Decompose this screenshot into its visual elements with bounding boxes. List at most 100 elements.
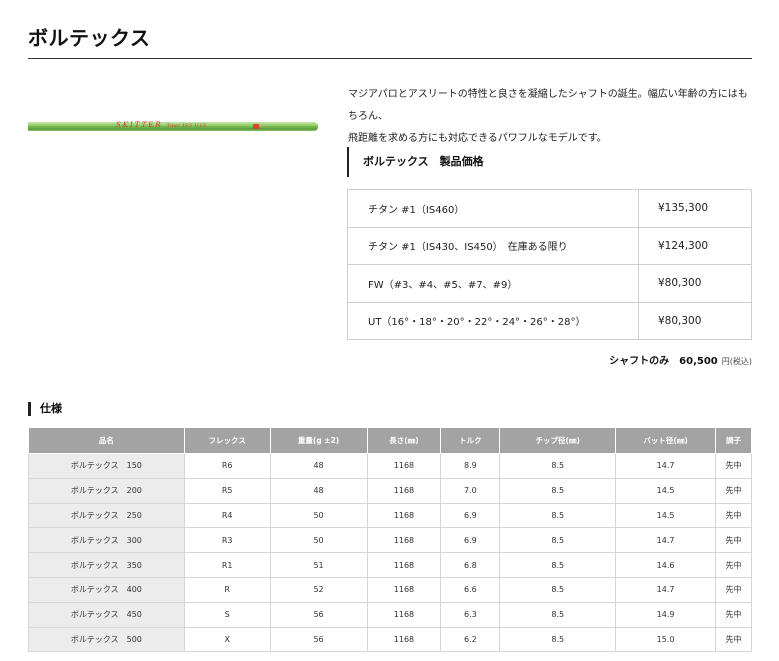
price-item-name: FW（#3、#4、#5、#7、#9）: [347, 264, 639, 303]
description-line-1: マジアパロとアスリートの特性と良さを凝縮したシャフトの誕生。幅広い年齢の方にはも…: [348, 89, 748, 122]
spec-cell: R1: [183, 552, 271, 578]
spec-cell: 6.8: [440, 552, 501, 578]
spec-cell: 50: [269, 502, 368, 529]
spec-cell: 15.0: [615, 626, 717, 653]
spec-cell: 1168: [366, 477, 442, 504]
spec-cell: 48: [269, 453, 368, 479]
spec-cell-name: ボルテックス 350: [28, 552, 185, 578]
price-heading: ボルテックス 製品価格: [347, 147, 484, 177]
spec-table: 品名 フレックス 重量(g ±2) 長さ(㎜) トルク チップ径(㎜) バット径…: [28, 427, 752, 653]
spec-header-cell: 重量(g ±2): [269, 427, 368, 454]
spec-cell: 14.7: [615, 576, 717, 603]
spec-cell: 14.9: [615, 601, 717, 628]
spec-cell: 48: [269, 477, 368, 504]
spec-row: ボルテックス 400 R 52 1168 6.6 8.5 14.7 先中: [28, 576, 752, 603]
spec-cell: 8.5: [499, 552, 617, 578]
shaft-only-amount: 60,500: [679, 356, 718, 367]
spec-cell: 6.9: [440, 502, 501, 529]
shaft-image: SKITTER Tour IS5 U15: [28, 121, 318, 131]
spec-cell: R5: [183, 477, 271, 504]
spec-cell: 8.5: [499, 502, 617, 529]
spec-cell: 8.5: [499, 626, 617, 653]
shaft-logo-text: SKITTER Tour IS5 U15: [116, 121, 207, 129]
page-title: ボルテックス: [28, 26, 151, 50]
spec-header-cell: トルク: [440, 427, 501, 454]
spec-cell: 56: [269, 626, 368, 653]
spec-cell: 先中: [715, 552, 752, 578]
spec-cell: 1168: [366, 453, 442, 479]
spec-header-row: 品名 フレックス 重量(g ±2) 長さ(㎜) トルク チップ径(㎜) バット径…: [28, 427, 752, 454]
spec-cell: 先中: [715, 477, 752, 504]
shaft-only-price: シャフトのみ 60,500 円(税込): [609, 352, 752, 367]
spec-cell: 8.5: [499, 453, 617, 479]
spec-cell: 14.7: [615, 453, 717, 479]
spec-cell: R: [183, 576, 271, 603]
price-item-value: ¥80,300: [638, 301, 752, 340]
price-row: UT（16°・18°・20°・22°・24°・26°・28°） ¥80,300: [347, 301, 752, 340]
spec-row: ボルテックス 200 R5 48 1168 7.0 8.5 14.5 先中: [28, 477, 752, 504]
spec-cell: 6.9: [440, 527, 501, 554]
spec-header-cell: フレックス: [183, 427, 271, 454]
spec-row: ボルテックス 150 R6 48 1168 8.9 8.5 14.7 先中: [28, 453, 752, 479]
spec-cell-name: ボルテックス 150: [28, 453, 185, 479]
spec-cell: 50: [269, 527, 368, 554]
price-item-name: チタン #1（IS430、IS450） 在庫ある限り: [347, 226, 639, 265]
spec-cell: 14.7: [615, 527, 717, 554]
spec-cell: 8.5: [499, 601, 617, 628]
spec-cell: 1168: [366, 527, 442, 554]
spec-cell: 6.6: [440, 576, 501, 603]
spec-header-cell: 調子: [715, 427, 752, 454]
spec-row: ボルテックス 450 S 56 1168 6.3 8.5 14.9 先中: [28, 601, 752, 628]
spec-cell: R3: [183, 527, 271, 554]
spec-cell: 51: [269, 552, 368, 578]
spec-cell: 8.9: [440, 453, 501, 479]
spec-cell: 1168: [366, 552, 442, 578]
spec-cell: 8.5: [499, 527, 617, 554]
spec-cell: 56: [269, 601, 368, 628]
price-item-value: ¥80,300: [638, 264, 752, 303]
spec-cell: 先中: [715, 527, 752, 554]
spec-cell: R4: [183, 502, 271, 529]
price-item-name: UT（16°・18°・20°・22°・24°・26°・28°）: [347, 301, 639, 340]
spec-cell: 7.0: [440, 477, 501, 504]
price-table: チタン #1（IS460） ¥135,300 チタン #1（IS430、IS45…: [347, 189, 752, 340]
spec-cell: 52: [269, 576, 368, 603]
spec-cell-name: ボルテックス 300: [28, 527, 185, 554]
price-item-value: ¥124,300: [638, 226, 752, 265]
spec-cell-name: ボルテックス 500: [28, 626, 185, 653]
shaft-brand: SKITTER: [116, 121, 163, 129]
spec-cell: X: [183, 626, 271, 653]
spec-cell: 1168: [366, 601, 442, 628]
spec-row: ボルテックス 250 R4 50 1168 6.9 8.5 14.5 先中: [28, 502, 752, 529]
spec-header-cell: チップ径(㎜): [499, 427, 617, 454]
spec-cell: 先中: [715, 453, 752, 479]
spec-cell: 6.2: [440, 626, 501, 653]
spec-header-cell: 品名: [28, 427, 185, 454]
shaft-only-unit: 円(税込): [721, 357, 752, 366]
price-row: チタン #1（IS460） ¥135,300: [347, 189, 752, 228]
spec-row: ボルテックス 350 R1 51 1168 6.8 8.5 14.6 先中: [28, 552, 752, 578]
spec-cell-name: ボルテックス 250: [28, 502, 185, 529]
spec-cell: 8.5: [499, 576, 617, 603]
spec-cell: 6.3: [440, 601, 501, 628]
spec-header-cell: 長さ(㎜): [366, 427, 442, 454]
spec-cell: 先中: [715, 576, 752, 603]
spec-cell: 14.6: [615, 552, 717, 578]
product-description: マジアパロとアスリートの特性と良さを凝縮したシャフトの誕生。幅広い年齢の方にはも…: [348, 84, 752, 150]
spec-cell: 14.5: [615, 502, 717, 529]
spec-cell: 8.5: [499, 477, 617, 504]
spec-row: ボルテックス 500 X 56 1168 6.2 8.5 15.0 先中: [28, 626, 752, 653]
spec-cell-name: ボルテックス 450: [28, 601, 185, 628]
spec-row: ボルテックス 300 R3 50 1168 6.9 8.5 14.7 先中: [28, 527, 752, 554]
spec-cell-name: ボルテックス 400: [28, 576, 185, 603]
shaft-only-label: シャフトのみ: [609, 356, 670, 367]
spec-cell: 14.5: [615, 477, 717, 504]
spec-heading: 仕様: [28, 402, 62, 416]
price-item-name: チタン #1（IS460）: [347, 189, 639, 228]
spec-header-cell: バット径(㎜): [615, 427, 717, 454]
spec-cell: S: [183, 601, 271, 628]
spec-cell: 1168: [366, 502, 442, 529]
spec-cell-name: ボルテックス 200: [28, 477, 185, 504]
shaft-logo-mark: [253, 124, 259, 129]
spec-cell: 1168: [366, 576, 442, 603]
